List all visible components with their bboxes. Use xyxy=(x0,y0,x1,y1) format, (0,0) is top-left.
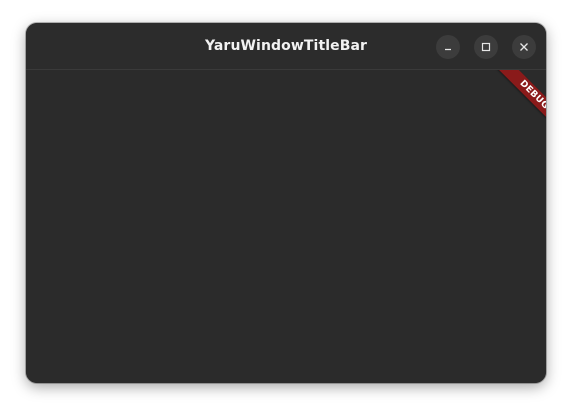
maximize-icon xyxy=(481,42,491,52)
debug-banner-area: DEBUG xyxy=(466,70,546,150)
window-title: YaruWindowTitleBar xyxy=(204,38,368,54)
debug-banner: DEBUG xyxy=(486,70,546,143)
maximize-button[interactable] xyxy=(474,35,498,59)
close-icon xyxy=(519,42,529,52)
minimize-button[interactable] xyxy=(436,35,460,59)
app-window: YaruWindowTitleBar DEBUG xyxy=(26,23,546,383)
minimize-icon xyxy=(443,42,453,52)
title-bar[interactable]: YaruWindowTitleBar xyxy=(26,23,546,70)
close-button[interactable] xyxy=(512,35,536,59)
